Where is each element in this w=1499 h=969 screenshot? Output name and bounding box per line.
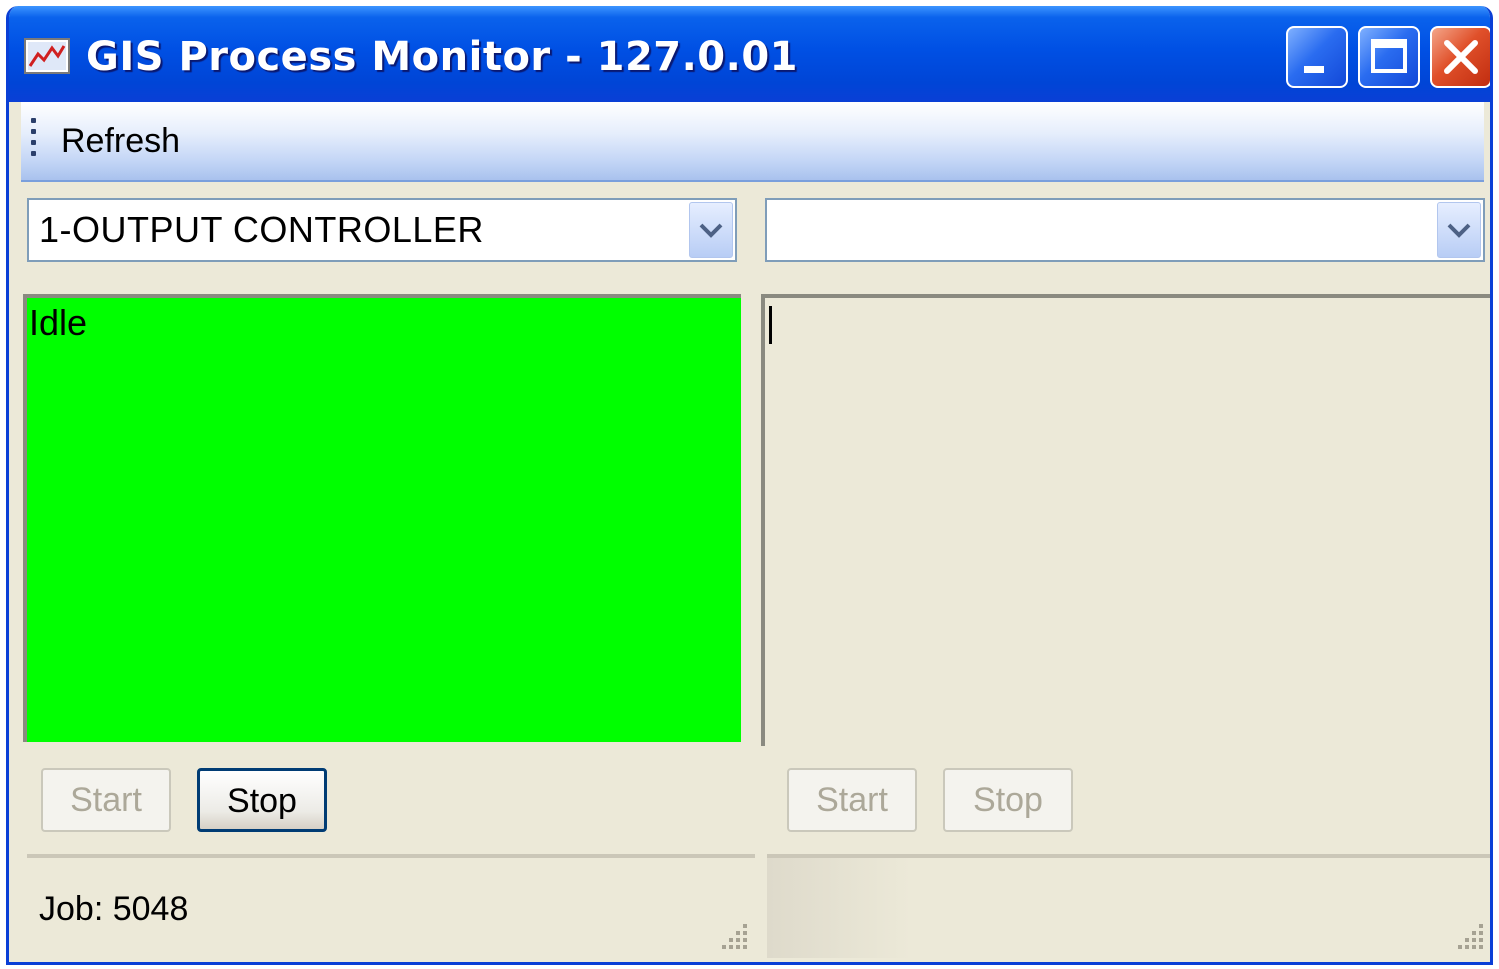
left-stop-button[interactable]: Stop: [197, 768, 327, 832]
close-button[interactable]: [1430, 26, 1490, 88]
minimize-button[interactable]: [1286, 26, 1348, 88]
right-dropdown-button[interactable]: [1437, 202, 1481, 258]
left-status-text: Idle: [29, 302, 88, 343]
left-status-panel: Idle: [23, 294, 741, 742]
left-status-strip: Job: 5048: [27, 854, 755, 958]
toolbar-grip-icon[interactable]: [31, 118, 37, 166]
left-controller-select[interactable]: 1-OUTPUT CONTROLLER: [27, 198, 737, 262]
chevron-down-icon: [1447, 223, 1471, 238]
title-bar[interactable]: GIS Process Monitor - 127.0.01: [9, 6, 1490, 102]
chart-icon: [24, 38, 70, 74]
maximize-icon: [1371, 39, 1407, 73]
refresh-menu-item[interactable]: Refresh: [61, 122, 180, 161]
right-controller-select[interactable]: [765, 198, 1485, 262]
chevron-down-icon: [699, 223, 723, 238]
resize-grip-icon[interactable]: [1455, 920, 1485, 950]
left-job-label: Job: 5048: [39, 890, 189, 928]
minimize-icon: [1304, 66, 1324, 73]
app-window: GIS Process Monitor - 127.0.01 Refresh 1…: [6, 6, 1493, 965]
window-title: GIS Process Monitor - 127.0.01: [86, 34, 798, 80]
resize-grip-icon[interactable]: [719, 920, 749, 950]
left-start-button[interactable]: Start: [41, 768, 171, 832]
right-start-button[interactable]: Start: [787, 768, 917, 832]
maximize-button[interactable]: [1358, 26, 1420, 88]
left-controller-value: 1-OUTPUT CONTROLLER: [39, 209, 484, 250]
right-status-panel[interactable]: [761, 294, 1490, 746]
text-cursor: [769, 306, 772, 344]
left-dropdown-button[interactable]: [689, 202, 733, 258]
right-status-strip: [767, 854, 1490, 958]
menu-bar: Refresh: [21, 102, 1484, 182]
right-stop-button[interactable]: Stop: [943, 768, 1073, 832]
close-icon: [1444, 40, 1478, 74]
